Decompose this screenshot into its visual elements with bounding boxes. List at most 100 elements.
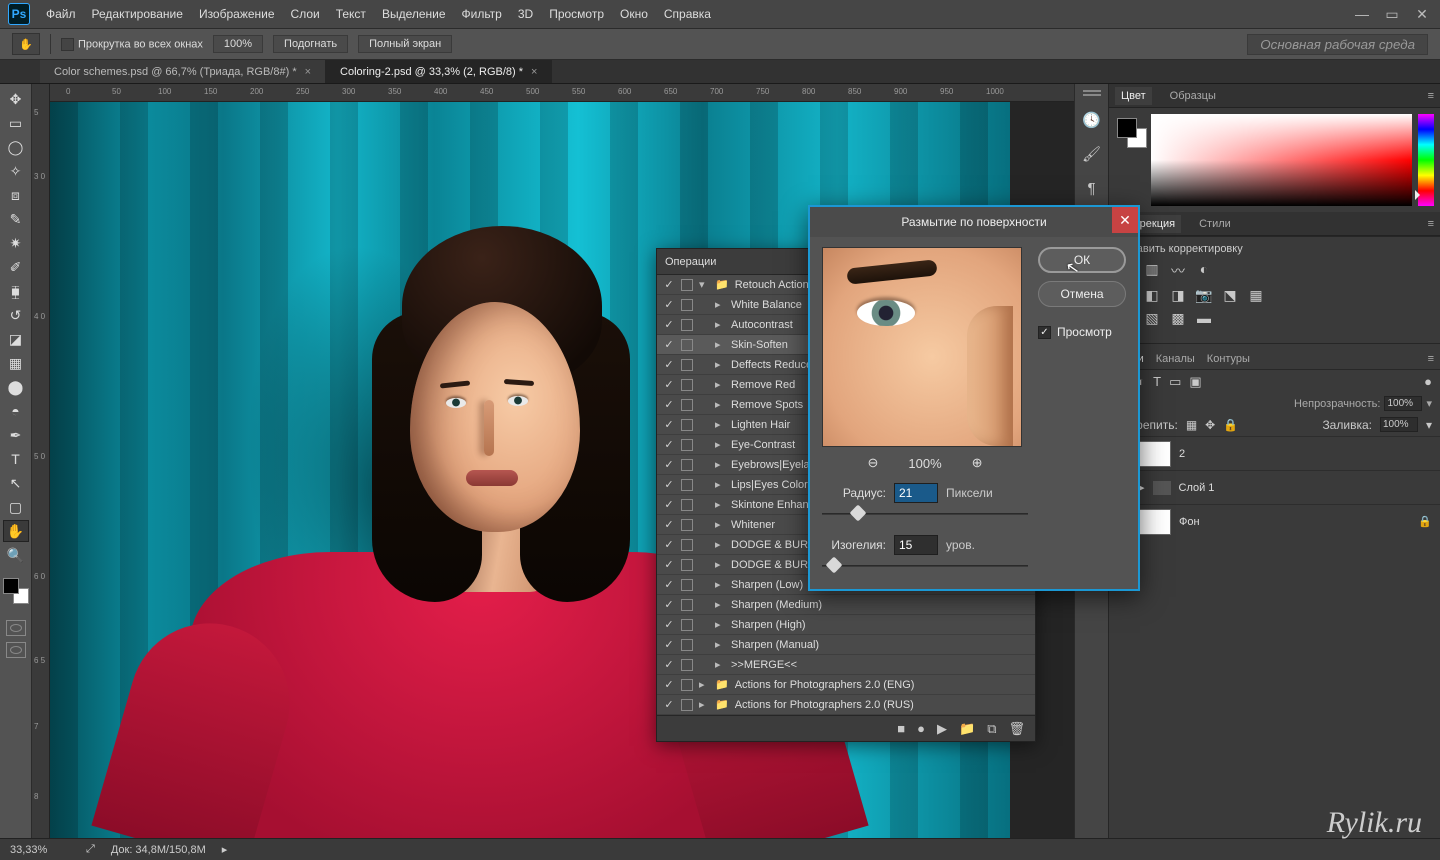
- zoom-value-field[interactable]: 100%: [213, 35, 263, 53]
- lock-all-icon[interactable]: 🔒: [1223, 418, 1238, 432]
- marquee-tool-icon[interactable]: ▭: [3, 112, 29, 134]
- zoom-in-icon[interactable]: ⊕: [972, 455, 983, 471]
- dialog-toggle-icon[interactable]: [681, 559, 693, 571]
- expand-icon[interactable]: ▾: [699, 278, 709, 291]
- toggle-icon[interactable]: ✓: [663, 438, 675, 451]
- fit-button[interactable]: Подогнать: [273, 35, 348, 53]
- new-action-icon[interactable]: ⧉: [987, 721, 996, 737]
- stamp-tool-icon[interactable]: ⧯: [3, 280, 29, 302]
- expand-icon[interactable]: ▸: [715, 658, 725, 671]
- magic-wand-tool-icon[interactable]: ✧: [3, 160, 29, 182]
- menu-filter[interactable]: Фильтр: [462, 7, 502, 21]
- color-field[interactable]: [1151, 114, 1412, 206]
- panel-menu-icon[interactable]: ≡: [1422, 90, 1440, 102]
- brush-panel-icon[interactable]: 🖌: [1081, 144, 1103, 164]
- fill-input[interactable]: [1380, 417, 1418, 432]
- menu-view[interactable]: Просмотр: [549, 7, 604, 21]
- action-row[interactable]: ✓▸Sharpen (Medium): [657, 595, 1035, 615]
- preview-checkbox[interactable]: ✓ Просмотр: [1038, 325, 1126, 339]
- shape-tool-icon[interactable]: ▢: [3, 496, 29, 518]
- tab-swatches[interactable]: Образцы: [1164, 87, 1222, 105]
- radius-input[interactable]: [894, 483, 938, 503]
- dialog-toggle-icon[interactable]: [681, 619, 693, 631]
- hue-icon[interactable]: ◧: [1143, 287, 1161, 304]
- toggle-icon[interactable]: ✓: [663, 298, 675, 311]
- action-row[interactable]: ✓▸Sharpen (High): [657, 615, 1035, 635]
- expand-icon[interactable]: ▸: [715, 518, 725, 531]
- dialog-toggle-icon[interactable]: [681, 679, 693, 691]
- dialog-toggle-icon[interactable]: [681, 519, 693, 531]
- toggle-icon[interactable]: ✓: [663, 398, 675, 411]
- tab-styles[interactable]: Стили: [1193, 215, 1237, 233]
- opacity-input[interactable]: [1384, 396, 1422, 411]
- dialog-toggle-icon[interactable]: [681, 439, 693, 451]
- ok-button[interactable]: ОК: [1038, 247, 1126, 273]
- panel-menu-icon[interactable]: ≡: [1422, 218, 1440, 230]
- action-row[interactable]: ✓▸Sharpen (Manual): [657, 635, 1035, 655]
- expand-icon[interactable]: ▸: [715, 498, 725, 511]
- layer-item[interactable]: 👁 ▸ Слой 1: [1109, 470, 1440, 504]
- move-tool-icon[interactable]: ✥: [3, 88, 29, 110]
- layer-item[interactable]: 👁 Фон 🔒: [1109, 504, 1440, 538]
- history-brush-tool-icon[interactable]: ↺: [3, 304, 29, 326]
- expand-icon[interactable]: ▸: [715, 458, 725, 471]
- bw-icon[interactable]: ◨: [1169, 287, 1187, 304]
- action-row[interactable]: ✓▸📁Actions for Photographers 2.0 (RUS): [657, 695, 1035, 715]
- tab-channels[interactable]: Каналы: [1156, 353, 1195, 365]
- toggle-icon[interactable]: ✓: [663, 378, 675, 391]
- filter-smart-icon[interactable]: ▣: [1189, 374, 1201, 390]
- menu-select[interactable]: Выделение: [382, 7, 446, 21]
- workspace-switcher[interactable]: Основная рабочая среда: [1247, 34, 1428, 55]
- expand-icon[interactable]: ▸: [715, 638, 725, 651]
- toggle-icon[interactable]: ✓: [663, 638, 675, 651]
- menu-text[interactable]: Текст: [336, 7, 366, 21]
- expand-icon[interactable]: ▸: [699, 698, 709, 711]
- gradient-map-icon[interactable]: ▬: [1195, 310, 1213, 327]
- doc-tab-1[interactable]: Coloring-2.psd @ 33,3% (2, RGB/8) *×: [326, 60, 552, 83]
- dialog-toggle-icon[interactable]: [681, 419, 693, 431]
- expand-icon[interactable]: ▸: [715, 438, 725, 451]
- toggle-icon[interactable]: ✓: [663, 618, 675, 631]
- quickmask-icons[interactable]: [6, 620, 26, 658]
- radius-slider[interactable]: [822, 505, 1028, 523]
- menu-3d[interactable]: 3D: [518, 7, 533, 21]
- toggle-icon[interactable]: ✓: [663, 498, 675, 511]
- channel-mixer-icon[interactable]: ⬔: [1221, 287, 1239, 304]
- close-icon[interactable]: ×: [531, 66, 537, 78]
- dialog-toggle-icon[interactable]: [681, 579, 693, 591]
- scroll-all-checkbox[interactable]: Прокрутка во всех окнах: [61, 38, 203, 51]
- dialog-toggle-icon[interactable]: [681, 479, 693, 491]
- new-set-icon[interactable]: 📁: [959, 721, 975, 737]
- dialog-toggle-icon[interactable]: [681, 379, 693, 391]
- toggle-icon[interactable]: ✓: [663, 578, 675, 591]
- dialog-toggle-icon[interactable]: [681, 639, 693, 651]
- hand-tool-icon[interactable]: ✋: [3, 520, 29, 542]
- lock-pixels-icon[interactable]: ▦: [1186, 418, 1197, 432]
- dialog-toggle-icon[interactable]: [681, 599, 693, 611]
- zoom-tool-icon[interactable]: 🔍: [3, 544, 29, 566]
- dialog-toggle-icon[interactable]: [681, 459, 693, 471]
- pen-tool-icon[interactable]: ✒: [3, 424, 29, 446]
- blur-tool-icon[interactable]: ⬤: [3, 376, 29, 398]
- toggle-icon[interactable]: ✓: [663, 478, 675, 491]
- toggle-icon[interactable]: ✓: [663, 538, 675, 551]
- expand-icon[interactable]: ▸: [715, 418, 725, 431]
- layer-item[interactable]: 👁 2: [1109, 436, 1440, 470]
- gradient-tool-icon[interactable]: ▦: [3, 352, 29, 374]
- action-row[interactable]: ✓▸>>MERGE<<: [657, 655, 1035, 675]
- expand-icon[interactable]: ▸: [715, 558, 725, 571]
- dialog-toggle-icon[interactable]: [681, 499, 693, 511]
- expand-icon[interactable]: ▸: [715, 298, 725, 311]
- toggle-icon[interactable]: ✓: [663, 338, 675, 351]
- menu-image[interactable]: Изображение: [199, 7, 275, 21]
- trash-icon[interactable]: 🗑: [1008, 721, 1025, 737]
- menu-window[interactable]: Окно: [620, 7, 648, 21]
- cancel-button[interactable]: Отмена: [1038, 281, 1126, 307]
- filter-shape-icon[interactable]: ▭: [1169, 374, 1181, 390]
- zoom-out-icon[interactable]: ⊖: [867, 455, 878, 471]
- menu-help[interactable]: Справка: [664, 7, 711, 21]
- hand-tool-icon[interactable]: ✋: [12, 33, 40, 55]
- brush-tool-icon[interactable]: ✐: [3, 256, 29, 278]
- menu-edit[interactable]: Редактирование: [92, 7, 183, 21]
- toggle-icon[interactable]: ✓: [663, 358, 675, 371]
